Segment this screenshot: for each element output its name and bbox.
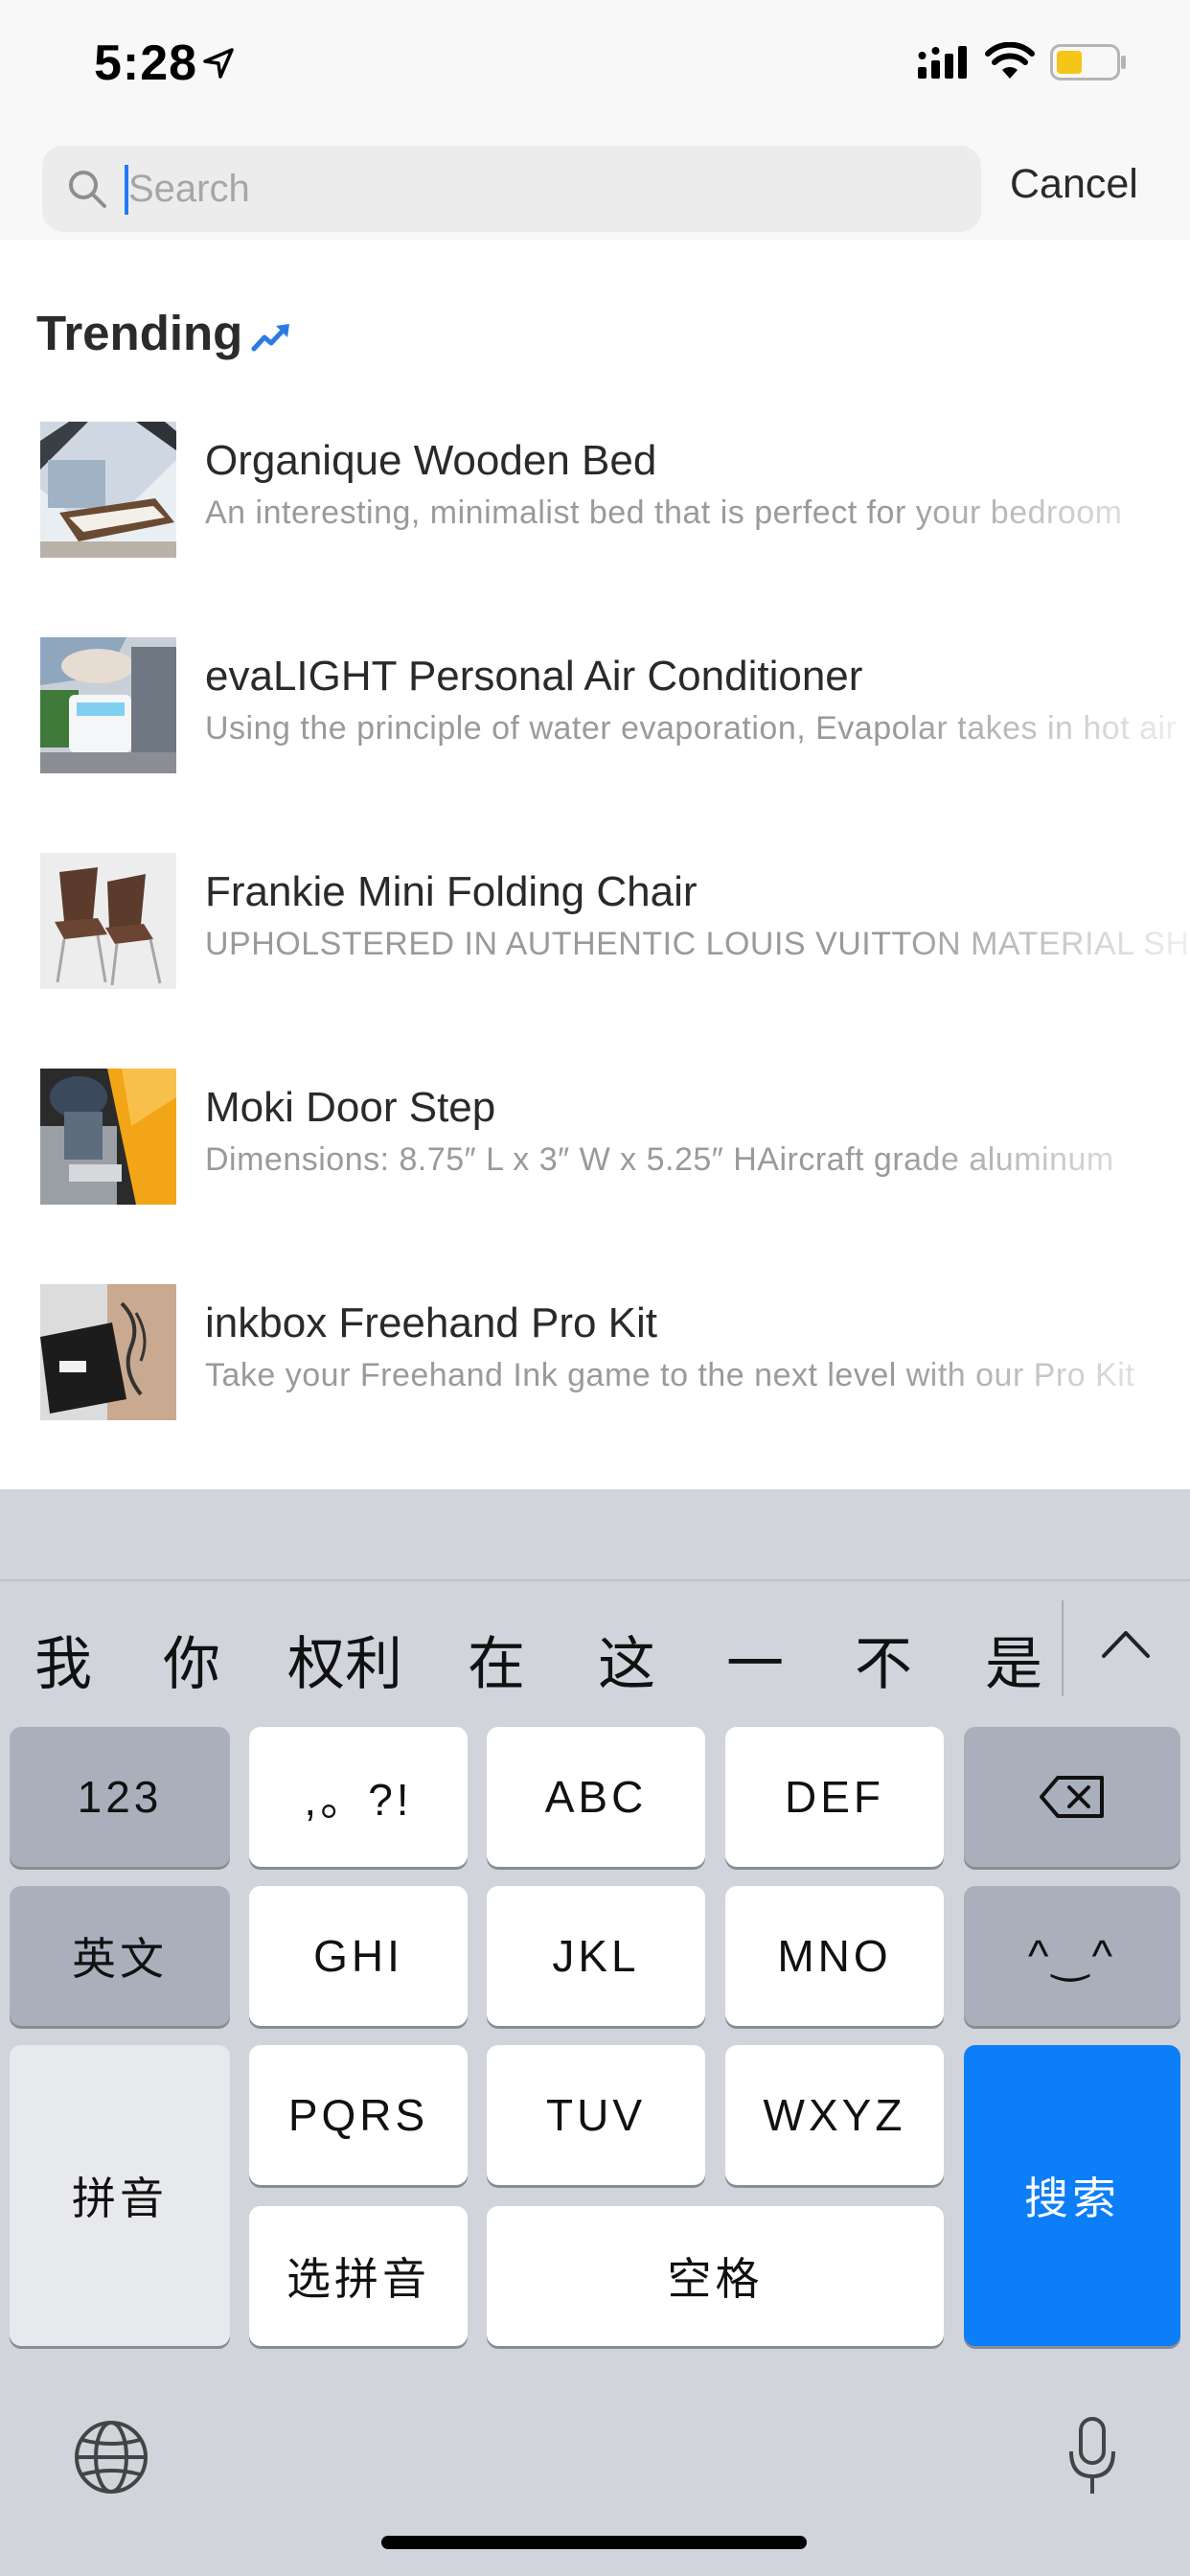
keyboard: 我 你 权利 在 这 一 不 是 123 ,。?! ABC DEF 英文 GHI… [0, 1489, 1190, 2576]
product-thumbnail [40, 1284, 176, 1420]
punctuation-key[interactable]: ,。?! [249, 1727, 468, 1867]
status-bar: 5:28 [0, 0, 1190, 134]
backspace-icon [1040, 1776, 1104, 1818]
item-description: Using the principle of water evaporation… [205, 710, 1178, 747]
signal-icon [918, 46, 967, 79]
chevron-up-icon[interactable] [1100, 1623, 1152, 1662]
candidate-bar: 我 你 权利 在 这 一 不 是 [0, 1581, 1190, 1715]
globe-icon[interactable] [73, 2419, 149, 2496]
candidate-word[interactable]: 在 [468, 1618, 525, 1701]
list-item[interactable]: Moki Door Step Dimensions: 8.75″ L x 3″ … [0, 1069, 1190, 1212]
home-indicator[interactable] [381, 2536, 807, 2549]
wifi-icon [985, 42, 1035, 79]
trending-up-icon [251, 324, 289, 352]
candidate-divider [1062, 1600, 1064, 1696]
list-item[interactable]: inkbox Freehand Pro Kit Take your Freeha… [0, 1284, 1190, 1428]
item-title: Moki Door Step [205, 1084, 496, 1131]
cancel-button[interactable]: Cancel [1010, 161, 1138, 208]
list-item[interactable]: Frankie Mini Folding Chair UPHOLSTERED I… [0, 853, 1190, 997]
status-time: 5:28 [94, 35, 198, 91]
candidate-word[interactable]: 一 [726, 1618, 784, 1701]
item-description: UPHOLSTERED IN AUTHENTIC LOUIS VUITTON M… [205, 926, 1190, 962]
english-key[interactable]: 英文 [10, 1886, 230, 2026]
mno-key[interactable]: MNO [725, 1886, 944, 2026]
candidate-word[interactable]: 你 [163, 1618, 220, 1701]
product-thumbnail [40, 1069, 176, 1205]
microphone-icon[interactable] [1065, 2415, 1119, 2497]
wxyz-key[interactable]: WXYZ [725, 2045, 944, 2185]
search-input[interactable] [128, 146, 952, 232]
search-box[interactable] [42, 146, 981, 232]
battery-icon [1050, 44, 1126, 80]
item-title: Frankie Mini Folding Chair [205, 868, 698, 915]
list-item[interactable]: evaLIGHT Personal Air Conditioner Using … [0, 637, 1190, 781]
space-key[interactable]: 空格 [487, 2206, 944, 2346]
candidate-word[interactable]: 这 [598, 1618, 655, 1701]
location-arrow-icon [203, 48, 234, 79]
product-thumbnail [40, 853, 176, 989]
pqrs-key[interactable]: PQRS [249, 2045, 468, 2185]
item-title: Organique Wooden Bed [205, 437, 657, 484]
list-item[interactable]: Organique Wooden Bed An interesting, min… [0, 422, 1190, 565]
candidate-word[interactable]: 我 [34, 1618, 92, 1701]
search-icon [69, 171, 106, 208]
trending-title: Trending [36, 306, 243, 360]
item-title: evaLIGHT Personal Air Conditioner [205, 653, 863, 700]
search-key[interactable]: 搜索 [964, 2045, 1180, 2346]
def-key[interactable]: DEF [725, 1727, 944, 1867]
candidate-word[interactable]: 是 [985, 1618, 1042, 1701]
numbers-key[interactable]: 123 [10, 1727, 230, 1867]
ghi-key[interactable]: GHI [249, 1886, 468, 2026]
item-title: inkbox Freehand Pro Kit [205, 1300, 658, 1346]
product-thumbnail [40, 422, 176, 558]
candidate-word[interactable]: 权利 [287, 1618, 402, 1701]
candidate-word[interactable]: 不 [855, 1618, 912, 1701]
keyboard-top-bar [0, 1489, 1190, 1581]
product-thumbnail [40, 637, 176, 773]
item-description: An interesting, minimalist bed that is p… [205, 494, 1123, 531]
select-pinyin-key[interactable]: 选拼音 [249, 2206, 468, 2346]
delete-key[interactable] [964, 1727, 1180, 1867]
search-header: Cancel [0, 134, 1190, 240]
item-description: Take your Freehand Ink game to the next … [205, 1357, 1135, 1393]
emoticon-key[interactable]: ^‿^ [964, 1886, 1180, 2026]
item-description: Dimensions: 8.75″ L x 3″ W x 5.25″ HAirc… [205, 1141, 1114, 1178]
pinyin-key[interactable]: 拼音 [10, 2045, 230, 2346]
jkl-key[interactable]: JKL [487, 1886, 705, 2026]
tuv-key[interactable]: TUV [487, 2045, 705, 2185]
abc-key[interactable]: ABC [487, 1727, 705, 1867]
